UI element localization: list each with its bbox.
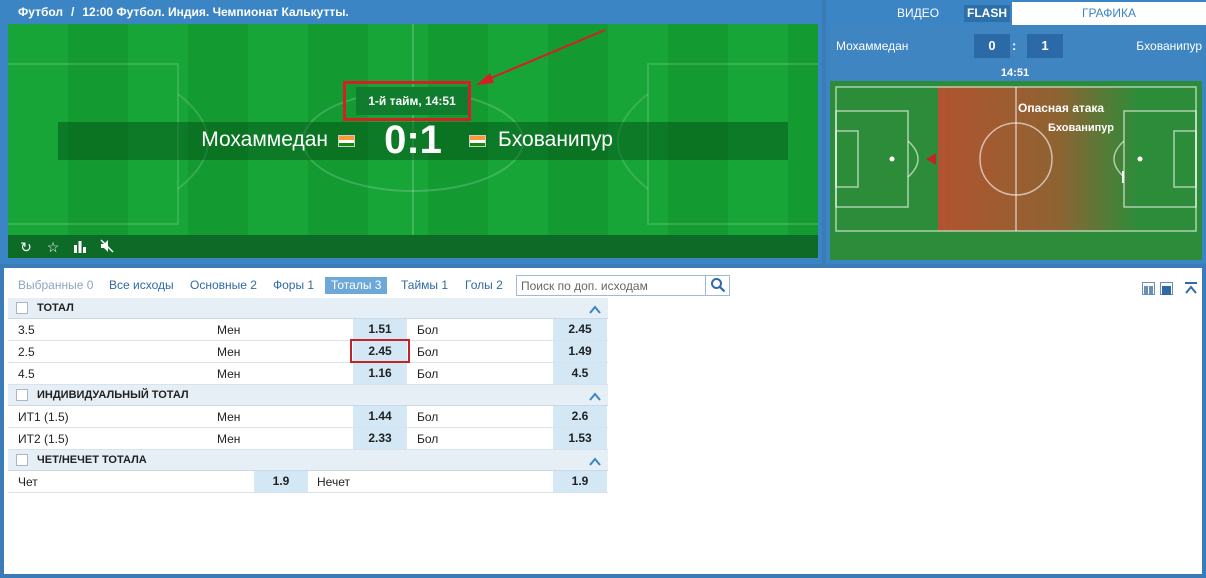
collapse-all-icon[interactable] xyxy=(1184,281,1198,295)
search-icon[interactable] xyxy=(705,276,729,295)
pitch-lines xyxy=(835,86,1197,232)
odd-button[interactable]: 1.9 xyxy=(553,471,607,492)
over-label: Бол xyxy=(417,367,439,381)
under-label: Мен xyxy=(217,367,241,381)
filter-all[interactable]: Все исходы xyxy=(109,277,174,294)
tab-graphics[interactable]: ГРАФИКА xyxy=(1012,2,1206,25)
market-group-header[interactable]: ИНДИВИДУАЛЬНЫЙ ТОТАЛ xyxy=(8,385,608,406)
odd-button[interactable]: 2.6 xyxy=(553,406,607,427)
odd-button[interactable]: 1.51 xyxy=(353,319,407,340)
group-title: ИНДИВИДУАЛЬНЫЙ ТОТАЛ xyxy=(37,389,189,401)
under-label: Мен xyxy=(217,323,241,337)
tracker-tabs: ВИДЕО FLASH ГРАФИКА xyxy=(826,2,1206,25)
chevron-up-icon[interactable] xyxy=(588,389,602,401)
tracker-event-title: Опасная атака xyxy=(1018,101,1105,115)
breadcrumb-separator: / xyxy=(71,5,75,19)
over-label: Бол xyxy=(417,345,439,359)
search-box xyxy=(516,275,730,296)
page-root: Футбол / 12:00 Футбол. Индия. Чемпионат Ка… xyxy=(0,0,1206,578)
match-time-highlight xyxy=(343,81,471,121)
group-checkbox[interactable] xyxy=(16,454,28,466)
odd-button[interactable]: 1.49 xyxy=(553,341,607,362)
tracker-away-score: 1 xyxy=(1027,34,1063,58)
over-label: Бол xyxy=(417,432,439,446)
odd-button[interactable]: 1.9 xyxy=(254,471,308,492)
line-label: ИТ1 (1.5) xyxy=(18,410,69,424)
filter-selected[interactable]: Выбранные 0 xyxy=(18,277,93,294)
filter-halves[interactable]: Таймы 1 xyxy=(401,277,448,294)
tracker-away-team: Бхованипур xyxy=(1136,39,1202,53)
breadcrumb-sport[interactable]: Футбол xyxy=(18,5,63,19)
group-checkbox[interactable] xyxy=(16,389,28,401)
group-title: ЧЕТ/НЕЧЕТ ТОТАЛА xyxy=(37,454,147,466)
markets-area: Выбранные 0 Все исходы Основные 2 Форы 1… xyxy=(0,264,1206,578)
odd-button[interactable]: 1.53 xyxy=(553,428,607,449)
chevron-up-icon[interactable] xyxy=(588,302,602,314)
away-team-name: Бхованипур xyxy=(498,128,613,151)
match-score: 0:1 xyxy=(384,118,442,162)
odd-button[interactable]: 4.5 xyxy=(553,363,607,384)
markets-panel: Выбранные 0 Все исходы Основные 2 Форы 1… xyxy=(4,268,1202,574)
tab-video[interactable]: ВИДЕО xyxy=(888,5,948,22)
line-label: 4.5 xyxy=(18,367,35,381)
two-column-view-icon[interactable] xyxy=(1142,282,1155,295)
breadcrumb-event: 12:00 Футбол. Индия. Чемпионат Калькутты… xyxy=(82,5,349,19)
mute-icon[interactable] xyxy=(99,239,115,255)
search-input[interactable] xyxy=(517,276,703,295)
stats-icon[interactable] xyxy=(72,239,88,255)
market-group-header[interactable]: ТОТАЛ xyxy=(8,298,608,319)
odd-button[interactable]: 1.16 xyxy=(353,363,407,384)
tracker-home-score: 0 xyxy=(974,34,1010,58)
over-label: Бол xyxy=(417,410,439,424)
market-filters: Выбранные 0 Все исходы Основные 2 Форы 1… xyxy=(4,274,1202,296)
market-row: 3.5 Мен 1.51 Бол 2.45 xyxy=(8,319,608,341)
tracker-score-separator: : xyxy=(1012,38,1017,53)
over-label: Бол xyxy=(417,323,439,337)
match-tracker: Мохаммедан 0 : 1 Бхованипур 14:51 Опасна… xyxy=(830,25,1202,260)
star-icon[interactable]: ☆ xyxy=(45,239,61,255)
chevron-up-icon[interactable] xyxy=(588,454,602,466)
tab-flash[interactable]: FLASH xyxy=(964,5,1010,22)
odd-button[interactable]: 1.44 xyxy=(353,406,407,427)
breadcrumb: Футбол / 12:00 Футбол. Индия. Чемпионат Ка… xyxy=(18,5,349,21)
group-checkbox[interactable] xyxy=(16,302,28,314)
odd-label: Нечет xyxy=(317,475,350,489)
line-label: 3.5 xyxy=(18,323,35,337)
market-row: ИТ2 (1.5) Мен 2.33 Бол 1.53 xyxy=(8,428,608,450)
tracker-event-team: Бхованипур xyxy=(1048,122,1114,134)
line-label: 2.5 xyxy=(18,345,35,359)
under-label: Мен xyxy=(217,345,241,359)
odd-button[interactable]: 2.45 xyxy=(553,319,607,340)
away-flag-icon xyxy=(469,135,486,147)
even-label: Чет xyxy=(18,475,38,489)
filter-totals[interactable]: Тоталы 3 xyxy=(325,277,388,294)
tracker-panel: ВИДЕО FLASH ГРАФИКА Мохаммедан 0 : 1 Бхо… xyxy=(826,0,1206,264)
refresh-icon[interactable]: ↻ xyxy=(18,239,34,255)
line-label: ИТ2 (1.5) xyxy=(18,432,69,446)
home-flag-icon xyxy=(338,135,355,147)
tracker-home-team: Мохаммедан xyxy=(836,39,909,53)
under-label: Мен xyxy=(217,432,241,446)
markets-table: ТОТАЛ 3.5 Мен 1.51 Бол 2.45 2.5 Мен 2.45… xyxy=(8,298,608,493)
market-row: ИТ1 (1.5) Мен 1.44 Бол 2.6 xyxy=(8,406,608,428)
filter-main[interactable]: Основные 2 xyxy=(190,277,257,294)
tracker-pitch: Опасная атака Бхованипур xyxy=(830,81,1202,260)
under-label: Мен xyxy=(217,410,241,424)
home-team-name: Мохаммедан xyxy=(201,128,328,151)
odd-button[interactable]: 2.33 xyxy=(353,428,407,449)
group-title: ТОТАЛ xyxy=(37,302,74,314)
video-field: 1-й тайм, 14:51 Мохаммедан 0:1 Бхованипу… xyxy=(8,24,818,258)
tracker-time: 14:51 xyxy=(1000,67,1030,79)
filter-handicaps[interactable]: Форы 1 xyxy=(273,277,314,294)
market-row: 4.5 Мен 1.16 Бол 4.5 xyxy=(8,363,608,385)
video-panel: Футбол / 12:00 Футбол. Индия. Чемпионат Ка… xyxy=(0,0,822,264)
market-row: Чет 1.9 Нечет 1.9 xyxy=(8,471,608,493)
video-controls: ↻ ☆ xyxy=(8,235,818,258)
market-row: 2.5 Мен 2.45 Бол 1.49 xyxy=(8,339,608,363)
market-group-header[interactable]: ЧЕТ/НЕЧЕТ ТОТАЛА xyxy=(8,450,608,471)
filter-goals[interactable]: Голы 2 xyxy=(465,277,503,294)
odd-highlight xyxy=(350,339,410,363)
one-column-view-icon[interactable] xyxy=(1160,282,1173,295)
